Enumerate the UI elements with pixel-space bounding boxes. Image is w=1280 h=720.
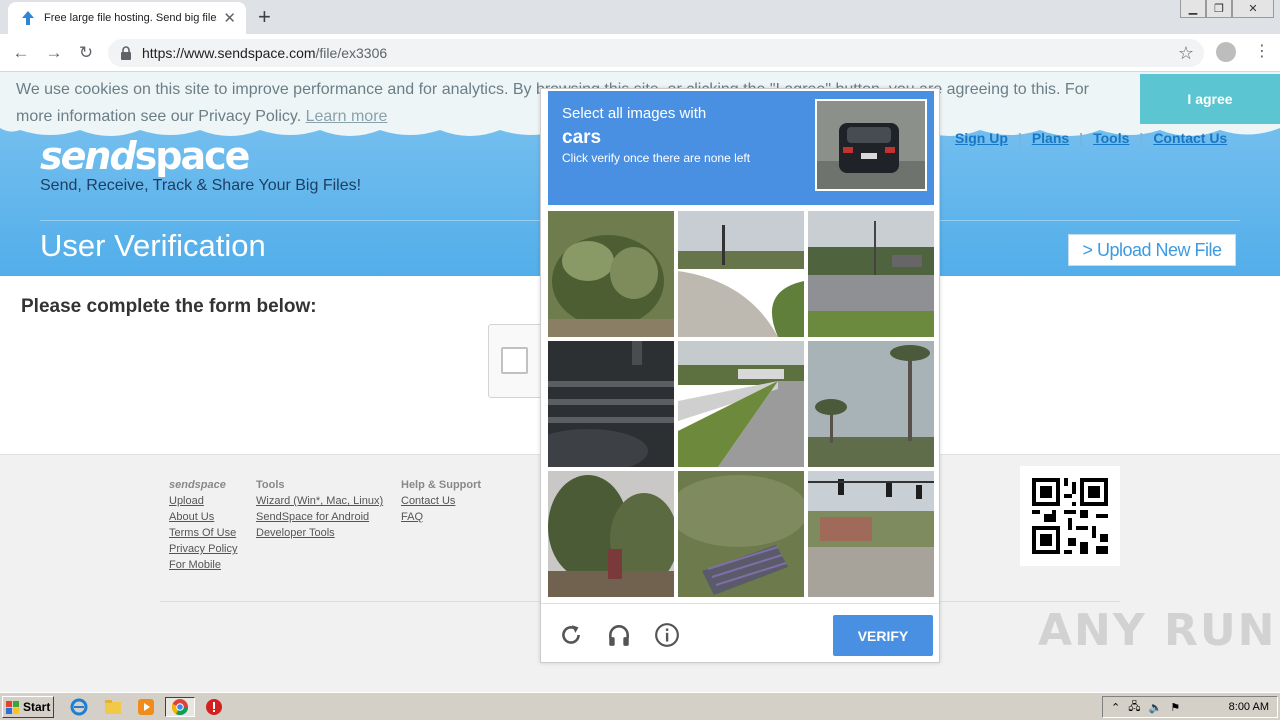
nav-plans[interactable]: Plans <box>1032 130 1069 146</box>
top-navigation: Sign Up | Plans | Tools | Contact Us <box>955 130 1228 146</box>
nav-sign-up[interactable]: Sign Up <box>955 130 1008 146</box>
footer-link-developer[interactable]: Developer Tools <box>256 525 383 541</box>
recaptcha-challenge: Select all images with cars Click verify… <box>540 88 940 663</box>
challenge-header: Select all images with cars Click verify… <box>548 91 934 205</box>
reload-challenge-icon[interactable] <box>558 622 584 648</box>
lock-icon <box>121 46 131 60</box>
folder-icon[interactable] <box>102 697 124 717</box>
recaptcha-widget <box>488 324 548 398</box>
nav-contact-us[interactable]: Contact Us <box>1153 130 1227 146</box>
tab-close-icon[interactable]: ✕ <box>223 11 236 26</box>
profile-avatar-icon[interactable] <box>1216 42 1236 62</box>
footer-link-about[interactable]: About Us <box>169 509 237 525</box>
footer-link-upload[interactable]: Upload <box>169 493 237 509</box>
volume-icon[interactable]: 🔈 <box>1148 701 1162 714</box>
captcha-tile[interactable] <box>678 211 804 337</box>
verify-button[interactable]: VERIFY <box>833 615 933 656</box>
captcha-tile[interactable] <box>548 341 674 467</box>
captcha-tile[interactable] <box>548 471 674 597</box>
media-player-icon[interactable] <box>135 697 157 717</box>
reload-icon[interactable]: ↻ <box>75 42 97 64</box>
audio-challenge-icon[interactable] <box>606 622 632 648</box>
browser-tab[interactable]: Free large file hosting. Send big files … <box>8 2 246 34</box>
footer-link-terms[interactable]: Terms Of Use <box>169 525 237 541</box>
challenge-footer: VERIFY <box>541 603 939 663</box>
footer-link-wizard[interactable]: Wizard (Win*, Mac, Linux) <box>256 493 383 509</box>
page-title: User Verification <box>40 228 266 263</box>
footer-col-tools: Tools Wizard (Win*, Mac, Linux) SendSpac… <box>256 477 383 541</box>
window-controls: ▁ ❐ ✕ <box>1180 0 1274 20</box>
footer-link-privacy[interactable]: Privacy Policy <box>169 541 237 557</box>
close-window-icon[interactable]: ✕ <box>1232 0 1274 18</box>
cookie-agree-button[interactable]: I agree <box>1140 74 1280 124</box>
stop-icon[interactable] <box>203 697 225 717</box>
footer-link-contact[interactable]: Contact Us <box>401 493 481 509</box>
captcha-tile[interactable] <box>678 341 804 467</box>
url-path: /file/ex3306 <box>315 45 388 61</box>
footer-brand: sendspace <box>169 479 226 491</box>
footer-link-faq[interactable]: FAQ <box>401 509 481 525</box>
footer-col-brand: sendspace Upload About Us Terms Of Use P… <box>169 477 237 573</box>
sendspace-favicon-icon <box>22 11 34 25</box>
recaptcha-checkbox[interactable] <box>501 347 528 374</box>
captcha-tile[interactable] <box>678 471 804 597</box>
clock: 8:00 AM <box>1228 701 1269 713</box>
challenge-image-grid <box>548 211 934 597</box>
chrome-taskbar-icon[interactable] <box>165 697 195 717</box>
browser-tabstrip: Free large file hosting. Send big files … <box>0 0 1280 34</box>
captcha-tile[interactable] <box>808 471 934 597</box>
captcha-tile[interactable] <box>808 211 934 337</box>
info-icon[interactable] <box>654 622 680 648</box>
tab-title: Free large file hosting. Send big files <box>44 12 218 24</box>
start-button[interactable]: Start <box>2 696 54 718</box>
challenge-instruction: Select all images with <box>562 105 707 122</box>
sendspace-logo[interactable]: sendspace <box>40 134 250 178</box>
menu-kebab-icon[interactable]: ⋮ <box>1254 42 1270 62</box>
qr-code-icon <box>1020 466 1120 566</box>
windows-logo-icon <box>6 700 19 714</box>
captcha-tile[interactable] <box>548 211 674 337</box>
nav-tools[interactable]: Tools <box>1093 130 1129 146</box>
tray-expand-icon[interactable]: ⌃ <box>1111 701 1120 714</box>
bookmark-star-icon[interactable]: ☆ <box>1178 43 1194 64</box>
new-tab-icon[interactable]: + <box>258 5 271 29</box>
anyrun-watermark: ANY RUN <box>1038 605 1277 656</box>
forward-icon[interactable]: → <box>43 42 65 64</box>
footer-tools-heading: Tools <box>256 479 285 491</box>
footer-link-mobile[interactable]: For Mobile <box>169 557 237 573</box>
challenge-target: cars <box>562 127 602 148</box>
footer-link-android[interactable]: SendSpace for Android <box>256 509 383 525</box>
upload-new-file-button[interactable]: > Upload New File <box>1068 234 1236 266</box>
captcha-tile[interactable] <box>808 341 934 467</box>
flag-icon[interactable]: ⚑ <box>1170 701 1180 714</box>
browser-toolbar: ← → ↻ https://www.sendspace.com/file/ex3… <box>0 34 1280 72</box>
form-title: Please complete the form below: <box>21 296 317 317</box>
footer-col-help: Help & Support Contact Us FAQ <box>401 477 481 525</box>
footer-help-heading: Help & Support <box>401 479 482 491</box>
address-bar[interactable]: https://www.sendspace.com/file/ex3306 ☆ <box>108 39 1204 67</box>
challenge-hint: Click verify once there are none left <box>562 151 751 165</box>
site-tagline: Send, Receive, Track & Share Your Big Fi… <box>40 177 362 194</box>
url-host: https://www.sendspace.com <box>142 45 316 61</box>
back-icon[interactable]: ← <box>10 42 32 64</box>
cookie-learn-more-link[interactable]: Learn more <box>306 108 388 125</box>
restore-icon[interactable]: ❐ <box>1206 0 1232 18</box>
system-tray: ⌃ 🖧 🔈 ⚑ 8:00 AM <box>1102 696 1278 718</box>
minimize-icon[interactable]: ▁ <box>1180 0 1206 18</box>
network-icon[interactable]: 🖧 <box>1128 698 1140 717</box>
ie-icon[interactable] <box>68 697 90 717</box>
windows-taskbar: Start ⌃ 🖧 🔈 ⚑ 8:00 AM <box>0 692 1280 720</box>
challenge-sample-image <box>815 99 927 191</box>
